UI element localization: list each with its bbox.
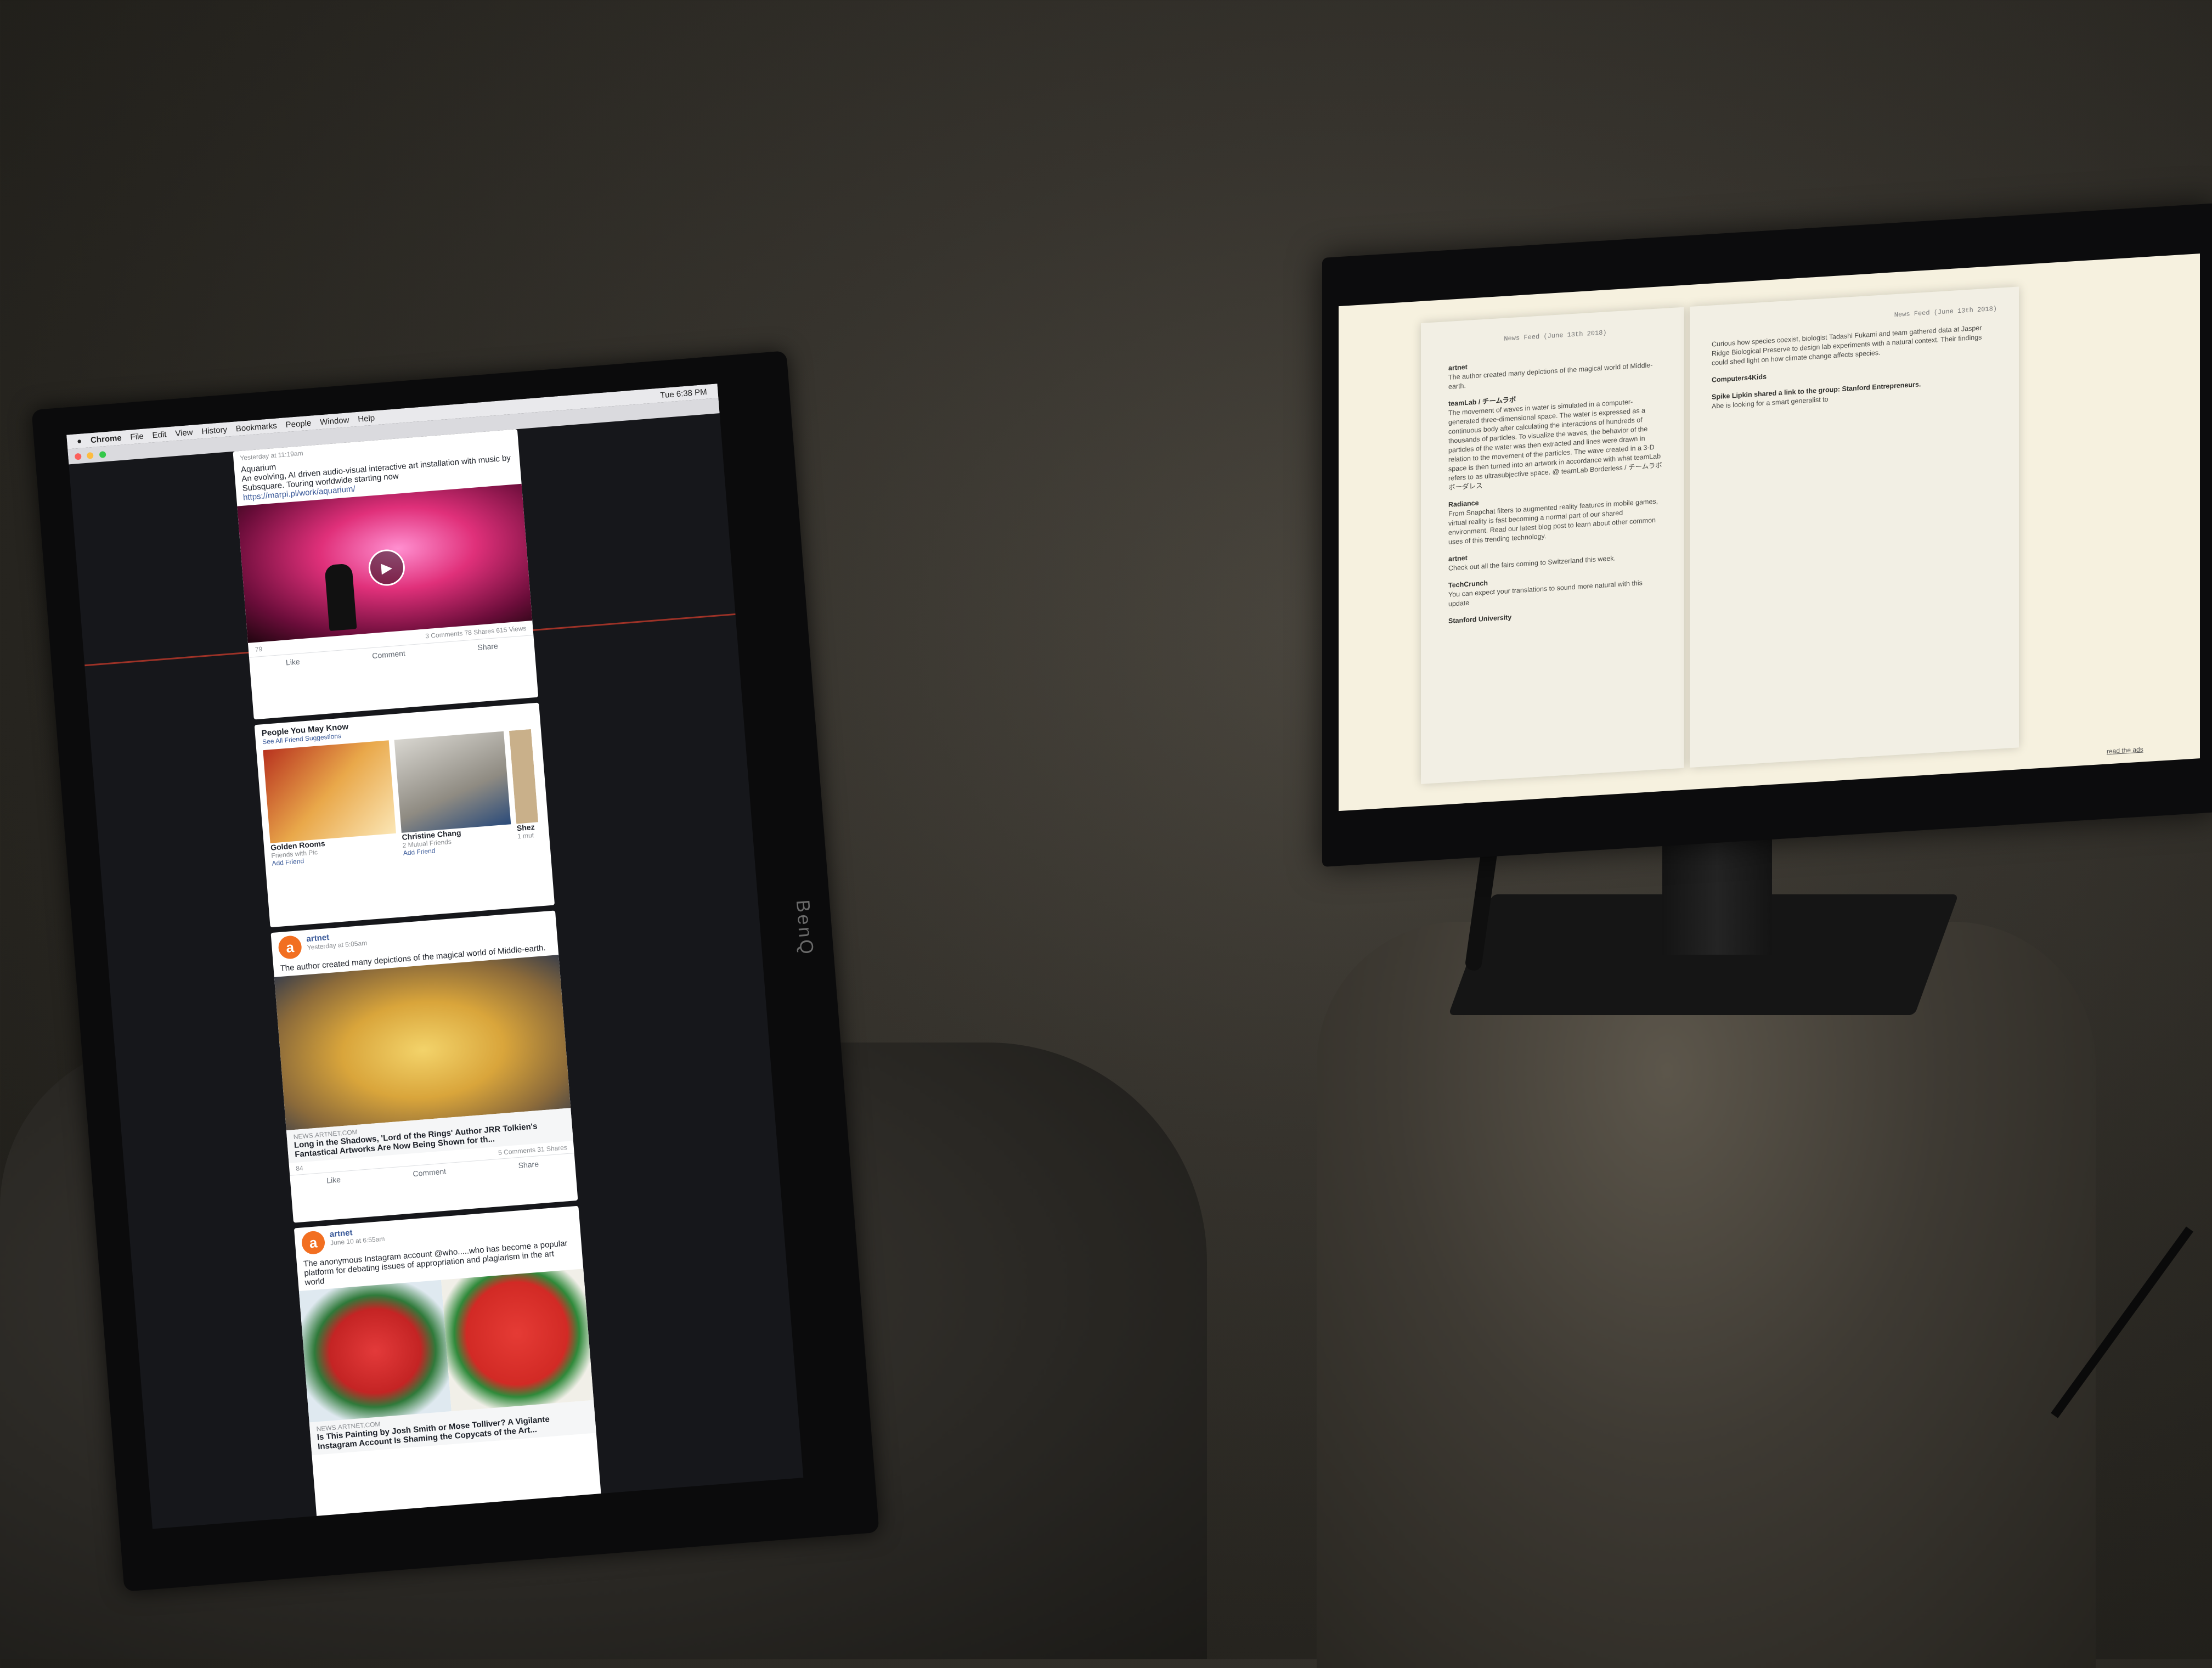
right-monitor: News Feed (June 13th 2018) artnet The au… (1322, 203, 2212, 867)
book-left-page: News Feed (June 13th 2018) artnet The au… (1421, 307, 1684, 784)
menu-edit[interactable]: Edit (152, 430, 167, 440)
link-preview-image[interactable] (274, 955, 571, 1131)
facebook-feed[interactable]: Yesterday at 11:19am Aquarium An evolvin… (233, 429, 602, 1524)
left-monitor: BenQ ● Chrome File Edit View History Boo… (31, 351, 879, 1592)
entry-text: The movement of waves in water is simula… (1448, 398, 1662, 492)
people-you-may-know-card: People You May Know See All Friend Sugge… (254, 702, 555, 928)
suggestion-card[interactable]: Golden Rooms Friends with Pic Add Friend (263, 740, 398, 867)
maximize-window-icon[interactable] (99, 451, 106, 458)
like-button[interactable]: Like (285, 657, 300, 667)
artnet-avatar[interactable]: a (301, 1230, 326, 1255)
suggestion-photo (394, 731, 511, 833)
suggestion-photo (509, 729, 539, 824)
apple-icon[interactable]: ● (76, 436, 82, 446)
menu-help[interactable]: Help (358, 413, 375, 424)
silhouette-figure (324, 563, 357, 632)
watermelon-painting-left (298, 1280, 452, 1423)
like-button[interactable]: Like (326, 1175, 341, 1185)
read-the-ads-link[interactable]: read the ads (2107, 745, 2143, 755)
share-button[interactable]: Share (477, 641, 498, 652)
right-pedestal-cloth (1317, 922, 2096, 1668)
suggestion-card[interactable]: Shez 1 mut (509, 729, 540, 848)
monitor-brand-logo: BenQ (792, 899, 817, 957)
artnet-avatar[interactable]: a (278, 934, 303, 960)
left-screen: ● Chrome File Edit View History Bookmark… (66, 384, 804, 1529)
feed-post: Yesterday at 11:19am Aquarium An evolvin… (233, 429, 539, 720)
feed-post: a artnet June 10 at 6:55am The anonymous… (294, 1205, 602, 1524)
reaction-count[interactable]: 79 (255, 645, 262, 653)
right-screen: News Feed (June 13th 2018) artnet The au… (1339, 253, 2200, 812)
suggestion-meta: 1 mut (517, 831, 534, 841)
comment-button[interactable]: Comment (413, 1167, 447, 1178)
book-right-page: News Feed (June 13th 2018) Curious how s… (1690, 286, 2019, 768)
feed-post: a artnet Yesterday at 5:05am The author … (270, 910, 578, 1223)
video-thumbnail[interactable]: ▶ (237, 483, 533, 643)
share-button[interactable]: Share (518, 1159, 539, 1170)
suggestion-photo (263, 740, 396, 843)
menubar-clock: Tue 6:38 PM (659, 387, 708, 400)
reaction-count[interactable]: 84 (296, 1164, 303, 1173)
menu-window[interactable]: Window (320, 415, 350, 427)
minimize-window-icon[interactable] (87, 452, 94, 459)
link-preview-image[interactable] (298, 1269, 594, 1423)
menu-people[interactable]: People (285, 418, 312, 430)
menu-chrome[interactable]: Chrome (90, 433, 122, 444)
watermelon-painting-right (441, 1269, 594, 1412)
play-icon[interactable]: ▶ (367, 548, 407, 588)
close-window-icon[interactable] (74, 453, 82, 460)
menu-view[interactable]: View (175, 427, 193, 438)
comment-button[interactable]: Comment (372, 649, 406, 660)
menu-bookmarks[interactable]: Bookmarks (235, 421, 277, 433)
suggestion-card[interactable]: Christine Chang 2 Mutual Friends Add Fri… (394, 731, 513, 857)
menu-history[interactable]: History (201, 425, 228, 436)
menu-file[interactable]: File (130, 431, 144, 442)
